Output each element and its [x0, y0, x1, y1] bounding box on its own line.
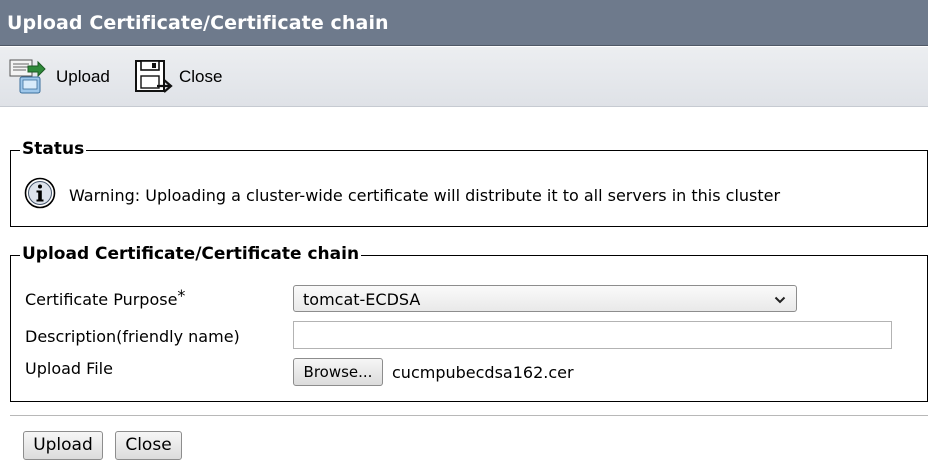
- status-section: Status Warning: Uploading a cluster-wide…: [10, 139, 928, 227]
- chevron-down-icon: [774, 296, 786, 304]
- toolbar: Upload Close: [0, 47, 928, 107]
- toolbar-upload-label: Upload: [56, 67, 110, 86]
- title-bar: Upload Certificate/Certificate chain: [0, 0, 928, 46]
- info-icon: [24, 177, 56, 209]
- upload-section-legend: Upload Certificate/Certificate chain: [20, 244, 362, 264]
- close-icon: [135, 60, 173, 93]
- upload-button[interactable]: Upload: [23, 431, 103, 460]
- upload-file-label: Upload File: [25, 359, 113, 378]
- certificate-purpose-select[interactable]: tomcat-ECDSA: [293, 285, 797, 312]
- status-legend: Status: [20, 139, 87, 159]
- description-label: Description(friendly name): [25, 327, 240, 346]
- page-title: Upload Certificate/Certificate chain: [7, 12, 389, 34]
- certificate-purpose-value: tomcat-ECDSA: [303, 290, 421, 309]
- certificate-purpose-label: Certificate Purpose*: [25, 286, 185, 309]
- toolbar-upload-button[interactable]: Upload: [8, 57, 118, 97]
- required-marker: *: [177, 286, 186, 305]
- browse-button[interactable]: Browse...: [293, 358, 383, 386]
- description-field[interactable]: [293, 321, 892, 349]
- toolbar-close-label: Close: [179, 67, 223, 86]
- upload-icon: [9, 59, 46, 94]
- close-button[interactable]: Close: [115, 431, 182, 460]
- certificate-purpose-text: Certificate Purpose: [25, 290, 178, 309]
- upload-certificate-section: Upload Certificate/Certificate chain Cer…: [10, 244, 928, 402]
- selected-file-name: cucmpubecdsa162.cer: [392, 363, 574, 382]
- toolbar-close-button[interactable]: Close: [133, 57, 233, 97]
- status-message: Warning: Uploading a cluster-wide certif…: [69, 186, 781, 205]
- divider: [10, 415, 928, 416]
